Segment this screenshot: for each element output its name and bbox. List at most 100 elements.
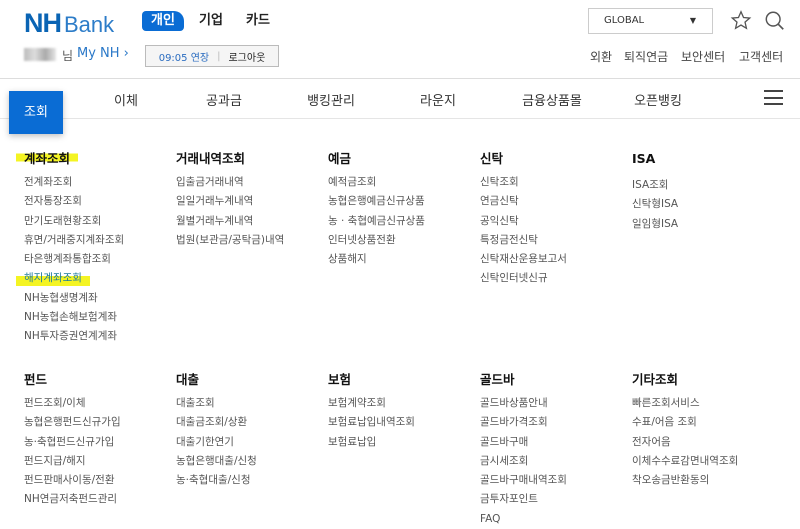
- menu-item[interactable]: 착오송금반환동의: [632, 471, 782, 490]
- menu-item[interactable]: 휴면/거래중지계좌조회: [24, 231, 174, 250]
- menu-item[interactable]: 골드바구매내역조회: [480, 471, 630, 490]
- menu-item[interactable]: NH농협생명계좌: [24, 289, 174, 308]
- menu-item[interactable]: NH투자증권연계계좌: [24, 327, 174, 346]
- menu-item[interactable]: 골드바구매: [480, 433, 630, 452]
- menu-item[interactable]: 월별거래누계내역: [176, 212, 326, 231]
- menu-item[interactable]: NH연금저축펀드관리: [24, 490, 174, 509]
- menu-heading[interactable]: 신탁: [480, 148, 503, 166]
- divider: |: [217, 50, 221, 62]
- menu-item[interactable]: 농협은행예금신규상품: [328, 192, 478, 211]
- menu-item[interactable]: 농·축협펀드신규가입: [24, 433, 174, 452]
- logo-bank: Bank: [64, 12, 115, 37]
- menu-column: ISA ISA조회 신탁형ISA 일임형ISA: [632, 148, 782, 234]
- menu-item[interactable]: 금투자포인트: [480, 490, 630, 509]
- menu-column: 예금예적금조회 농협은행예금신규상품 농 · 축협예금신규상품 인터넷상품전환 상품해지: [328, 148, 478, 269]
- menu-item[interactable]: 입출금거래내역: [176, 173, 326, 192]
- menu-item[interactable]: 신탁형ISA: [632, 195, 782, 214]
- nav-utility[interactable]: 공과금: [206, 90, 242, 109]
- menu-item[interactable]: 신탁재산운용보고서: [480, 250, 630, 269]
- menu-item[interactable]: 농 · 축협예금신규상품: [328, 212, 478, 231]
- menu-column: 신탁신탁조회 연금신탁 공익신탁 특정금전신탁 신탁재산운용보고서 신탁인터넷신규: [480, 148, 630, 289]
- menu-heading[interactable]: 보험: [328, 369, 351, 387]
- menu-item[interactable]: 법원(보관금/공탁금)내역: [176, 231, 326, 250]
- nav-inquiry[interactable]: 조회: [9, 91, 63, 134]
- menu-item[interactable]: 보험계약조회: [328, 394, 478, 413]
- menu-item[interactable]: 일임형ISA: [632, 215, 782, 234]
- menu-item[interactable]: 펀드판매사이동/전환: [24, 471, 174, 490]
- menu-item[interactable]: ISA조회: [632, 176, 782, 195]
- nav-open-banking[interactable]: 오픈뱅킹: [634, 90, 682, 109]
- menu-item[interactable]: FAQ: [480, 510, 630, 529]
- menu-list: 펀드조회/이체 농협은행펀드신규가입 농·축협펀드신규가입 펀드지급/해지 펀드판매사이…: [24, 394, 174, 510]
- menu-item[interactable]: 인터넷상품전환: [328, 231, 478, 250]
- menu-item[interactable]: 일일거래누계내역: [176, 192, 326, 211]
- menu-item[interactable]: 타은행계좌통합조회: [24, 250, 174, 269]
- menu-item[interactable]: 펀드조회/이체: [24, 394, 174, 413]
- menu-item[interactable]: 전자어음: [632, 433, 782, 452]
- menu-item[interactable]: 공익신탁: [480, 212, 630, 231]
- menu-item[interactable]: 전계좌조회: [24, 173, 174, 192]
- menu-heading[interactable]: 펀드: [24, 369, 47, 387]
- menu-list: 보험계약조회 보험료납입내역조회 보험료납입: [328, 394, 478, 452]
- nav-products[interactable]: 금융상품몰: [522, 90, 582, 109]
- menu-item[interactable]: 보험료납입내역조회: [328, 413, 478, 432]
- menu-item[interactable]: 농협은행대출/신청: [176, 452, 326, 471]
- menu-heading[interactable]: 기타조회: [632, 369, 678, 387]
- link-pension[interactable]: 퇴직연금: [624, 48, 668, 65]
- link-customer[interactable]: 고객센터: [739, 48, 783, 65]
- menu-item[interactable]: 대출금조회/상환: [176, 413, 326, 432]
- menu-list: ISA조회 신탁형ISA 일임형ISA: [632, 176, 782, 234]
- menu-item[interactable]: 상품해지: [328, 250, 478, 269]
- menu-heading[interactable]: 거래내역조회: [176, 148, 245, 166]
- menu-item[interactable]: 이체수수료감면내역조회: [632, 452, 782, 471]
- hamburger-menu-icon[interactable]: [764, 90, 783, 105]
- menu-item[interactable]: 농·축협대출/신청: [176, 471, 326, 490]
- menu-item[interactable]: 보험료납입: [328, 433, 478, 452]
- menu-item[interactable]: 예적금조회: [328, 173, 478, 192]
- menu-item[interactable]: NH농협손해보험계좌: [24, 308, 174, 327]
- menu-heading[interactable]: 대출: [176, 369, 199, 387]
- menu-list: 대출조회 대출금조회/상환 대출기한연기 농협은행대출/신청 농·축협대출/신청: [176, 394, 326, 490]
- tab-business[interactable]: 기업: [199, 11, 223, 31]
- language-select[interactable]: GLOBAL ▼: [588, 8, 713, 34]
- menu-list: 빠른조회서비스 수표/어음 조회 전자어음 이체수수료감면내역조회 착오송금반환동의: [632, 394, 782, 490]
- tab-personal[interactable]: 개인: [142, 11, 184, 31]
- menu-item[interactable]: 골드바가격조회: [480, 413, 630, 432]
- menu-item[interactable]: 해지계좌조회: [16, 269, 90, 289]
- menu-item[interactable]: 대출기한연기: [176, 433, 326, 452]
- star-icon[interactable]: [730, 10, 752, 31]
- language-value: GLOBAL: [604, 15, 645, 26]
- menu-item[interactable]: 수표/어음 조회: [632, 413, 782, 432]
- menu-item[interactable]: 골드바상품안내: [480, 394, 630, 413]
- menu-item[interactable]: 전자통장조회: [24, 192, 174, 211]
- menu-item[interactable]: 빠른조회서비스: [632, 394, 782, 413]
- menu-column: 골드바골드바상품안내 골드바가격조회 골드바구매 금시세조회 골드바구매내역조회 금투자포…: [480, 369, 630, 529]
- nav-transfer[interactable]: 이체: [114, 90, 138, 109]
- menu-item[interactable]: 대출조회: [176, 394, 326, 413]
- menu-item[interactable]: 연금신탁: [480, 192, 630, 211]
- menu-heading[interactable]: 계좌조회: [16, 148, 79, 166]
- menu-item[interactable]: 신탁인터넷신규: [480, 269, 630, 288]
- menu-heading[interactable]: ISA: [632, 151, 655, 167]
- nh-bank-logo[interactable]: NH Bank: [24, 8, 114, 39]
- session-extend-button[interactable]: 09:05 연장: [159, 49, 209, 64]
- link-security[interactable]: 보안센터: [681, 48, 725, 65]
- nav-banking-mgmt[interactable]: 뱅킹관리: [307, 90, 355, 109]
- search-icon[interactable]: [764, 10, 786, 32]
- nav-lounge[interactable]: 라운지: [420, 90, 456, 109]
- menu-list: 예적금조회 농협은행예금신규상품 농 · 축협예금신규상품 인터넷상품전환 상품해지: [328, 173, 478, 269]
- menu-item[interactable]: 농협은행펀드신규가입: [24, 413, 174, 432]
- menu-heading[interactable]: 골드바: [480, 369, 515, 387]
- menu-item[interactable]: 금시세조회: [480, 452, 630, 471]
- logout-button[interactable]: 로그아웃: [228, 49, 265, 64]
- menu-item[interactable]: 특정금전신탁: [480, 231, 630, 250]
- menu-item[interactable]: 만기도래현황조회: [24, 212, 174, 231]
- logo-nh: NH: [24, 8, 62, 38]
- my-nh-link[interactable]: My NH ›: [77, 46, 129, 61]
- link-forex[interactable]: 외환: [590, 48, 612, 65]
- menu-heading[interactable]: 예금: [328, 148, 351, 166]
- tab-card[interactable]: 카드: [246, 11, 270, 31]
- menu-list: 신탁조회 연금신탁 공익신탁 특정금전신탁 신탁재산운용보고서 신탁인터넷신규: [480, 173, 630, 289]
- menu-item[interactable]: 펀드지급/해지: [24, 452, 174, 471]
- menu-item[interactable]: 신탁조회: [480, 173, 630, 192]
